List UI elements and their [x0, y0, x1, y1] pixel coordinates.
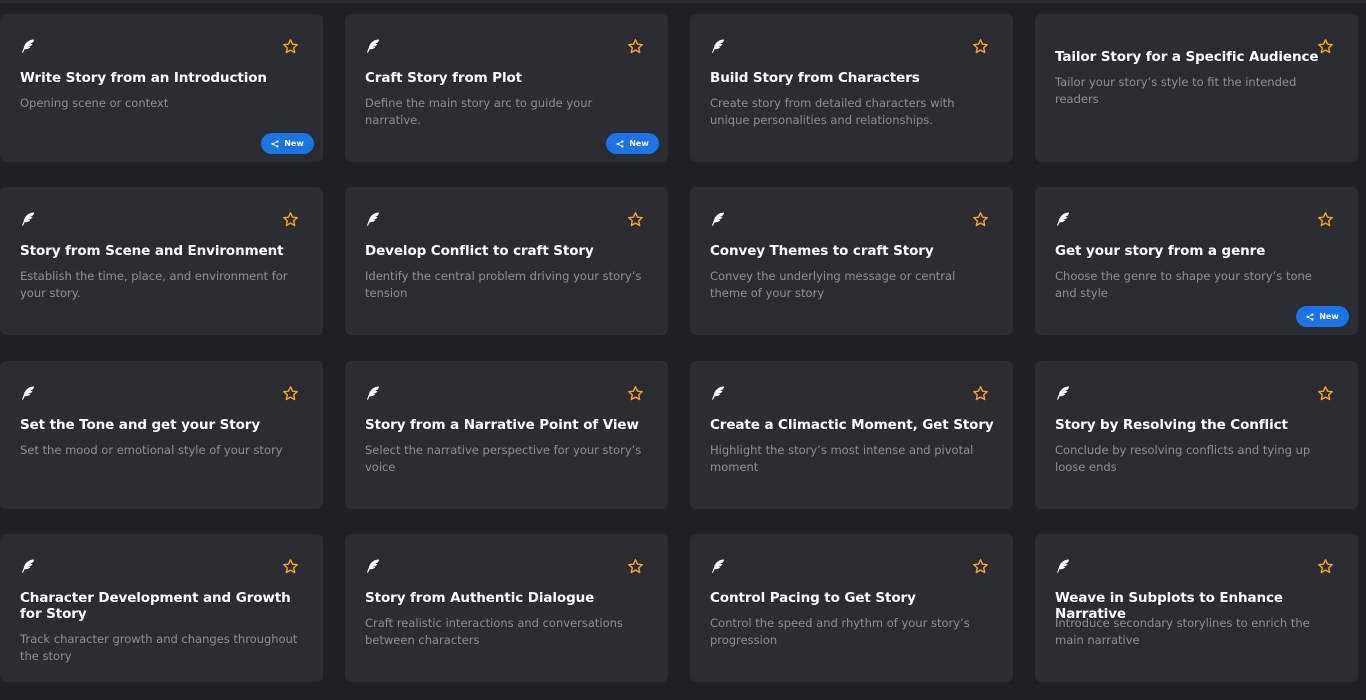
card-title: Develop Conflict to craft Story [365, 243, 594, 259]
story-card[interactable]: Get your story from a genre Choose the g… [1035, 187, 1358, 335]
card-description: Opening scene or context [20, 96, 169, 110]
star-outline-icon[interactable] [1317, 211, 1334, 228]
story-card[interactable]: Story by Resolving the Conflict Conclude… [1035, 361, 1358, 509]
feather-icon [22, 39, 34, 53]
feather-icon [712, 212, 724, 226]
card-description: Choose the genre to shape your story’s t… [1055, 269, 1312, 300]
card-description: Create story from detailed characters wi… [710, 96, 955, 127]
feather-icon [367, 212, 379, 226]
card-title: Character Development and Growth for Sto… [20, 590, 291, 622]
star-outline-icon[interactable] [972, 211, 989, 228]
feather-icon [22, 386, 34, 400]
story-card[interactable]: Story from Scene and Environment Establi… [0, 187, 323, 335]
feather-icon [367, 386, 379, 400]
new-badge[interactable]: New [261, 133, 314, 154]
story-card[interactable]: Create a Climactic Moment, Get Story Hig… [690, 361, 1013, 509]
star-outline-icon[interactable] [282, 385, 299, 402]
star-outline-icon[interactable] [627, 38, 644, 55]
badge-label: New [284, 139, 304, 148]
feather-icon [367, 559, 379, 573]
story-card[interactable]: Story from Authentic Dialogue Craft real… [345, 534, 668, 682]
card-description: Identify the central problem driving you… [365, 269, 642, 300]
star-outline-icon[interactable] [282, 211, 299, 228]
feather-icon [22, 559, 34, 573]
card-description: Define the main story arc to guide your … [365, 96, 593, 127]
feather-icon [712, 386, 724, 400]
star-outline-icon[interactable] [972, 558, 989, 575]
story-card[interactable]: Build Story from Characters Create story… [690, 14, 1013, 162]
card-title: Craft Story from Plot [365, 70, 523, 86]
card-description: Set the mood or emotional style of your … [20, 443, 283, 457]
card-title: Story from Scene and Environment [20, 243, 284, 259]
badge-label: New [629, 139, 649, 148]
card-description: Craft realistic interactions and convers… [365, 616, 623, 647]
story-card[interactable]: Set the Tone and get your Story Set the … [0, 361, 323, 509]
badge-label: New [1319, 312, 1339, 321]
feather-icon [1057, 386, 1069, 400]
sparkle-share-icon [271, 139, 279, 148]
story-card[interactable]: Develop Conflict to craft Story Identify… [345, 187, 668, 335]
card-description: Conclude by resolving conflicts and tyin… [1055, 443, 1311, 474]
card-description: Convey the underlying message or central… [710, 269, 956, 300]
card-title: Story from Authentic Dialogue [365, 590, 595, 606]
feather-icon [712, 559, 724, 573]
card-title: Write Story from an Introduction [20, 70, 267, 86]
card-title: Tailor Story for a Specific Audience [1055, 49, 1319, 65]
star-outline-icon[interactable] [282, 38, 299, 55]
card-title: Story from a Narrative Point of View [365, 417, 639, 433]
star-outline-icon[interactable] [1317, 558, 1334, 575]
card-title: Create a Climactic Moment, Get Story [710, 417, 994, 433]
star-outline-icon[interactable] [1317, 385, 1334, 402]
card-title: Convey Themes to craft Story [710, 243, 934, 259]
feather-icon [1057, 212, 1069, 226]
star-outline-icon[interactable] [627, 211, 644, 228]
card-description: Tailor your story’s style to fit the int… [1055, 75, 1297, 106]
card-title: Control Pacing to Get Story [710, 590, 916, 606]
card-description: Highlight the story’s most intense and p… [710, 443, 974, 474]
story-card[interactable]: Weave in Subplots to Enhance Narrative I… [1035, 534, 1358, 682]
card-description: Track character growth and changes throu… [20, 632, 298, 663]
sparkle-share-icon [1306, 312, 1314, 321]
story-card[interactable]: Control Pacing to Get Story Control the … [690, 534, 1013, 682]
card-title: Set the Tone and get your Story [20, 417, 261, 433]
star-outline-icon[interactable] [282, 558, 299, 575]
star-outline-icon[interactable] [972, 38, 989, 55]
star-outline-icon[interactable] [627, 385, 644, 402]
card-description: Control the speed and rhythm of your sto… [710, 616, 970, 647]
feather-icon [1057, 559, 1069, 573]
new-badge[interactable]: New [606, 133, 659, 154]
card-title: Get your story from a genre [1055, 243, 1266, 259]
story-card[interactable]: Character Development and Growth for Sto… [0, 534, 323, 682]
sparkle-share-icon [616, 139, 624, 148]
feather-icon [22, 212, 34, 226]
story-card[interactable]: Convey Themes to craft Story Convey the … [690, 187, 1013, 335]
star-outline-icon[interactable] [972, 385, 989, 402]
card-description: Introduce secondary storylines to enrich… [1055, 616, 1310, 647]
story-card[interactable]: Story from a Narrative Point of View Sel… [345, 361, 668, 509]
card-title: Build Story from Characters [710, 70, 920, 86]
star-outline-icon[interactable] [627, 558, 644, 575]
feather-icon [367, 39, 379, 53]
card-title: Story by Resolving the Conflict [1055, 417, 1288, 433]
card-description: Establish the time, place, and environme… [20, 269, 288, 300]
story-card[interactable]: Write Story from an Introduction Opening… [0, 14, 323, 162]
story-card[interactable]: Craft Story from Plot Define the main st… [345, 14, 668, 162]
feather-icon [712, 39, 724, 53]
top-bar [0, 0, 1366, 3]
new-badge[interactable]: New [1296, 306, 1349, 327]
card-description: Select the narrative perspective for you… [365, 443, 642, 474]
story-card[interactable]: Tailor Story for a Specific Audience Tai… [1035, 14, 1358, 162]
